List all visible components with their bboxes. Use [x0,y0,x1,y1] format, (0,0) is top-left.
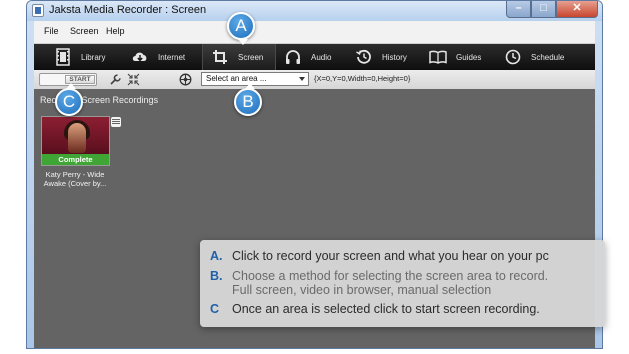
book-icon [429,48,447,66]
main-nav: Library Internet Screen Audio History Gu… [34,44,595,70]
nav-screen[interactable]: Screen [202,44,276,70]
menu-help[interactable]: Help [106,26,125,36]
window-title: Jaksta Media Recorder : Screen [49,4,207,16]
callout-b: B [234,83,262,116]
nav-screen-label: Screen [238,52,264,62]
callout-a: A [227,12,255,45]
instruction-c-text: Once an area is selected click to start … [232,302,540,316]
history-icon [355,48,373,66]
nav-library-label: Library [81,52,106,62]
nav-internet[interactable]: Internet [131,44,185,70]
window-controls: – □ ✕ [506,1,598,18]
crosshair-icon[interactable] [179,73,192,86]
instruction-b-text-line2: Full screen, video in browser, manual se… [232,283,492,297]
recording-caption-line2: Awake (Cover by... [43,179,107,188]
recording-status-badge: Complete [42,154,109,165]
nav-internet-label: Internet [158,52,186,62]
nav-schedule[interactable]: Schedule [504,44,564,70]
nav-guides-label: Guides [456,52,482,62]
wrench-icon[interactable] [109,73,122,86]
title-bar[interactable]: Jaksta Media Recorder : Screen – □ ✕ [27,1,602,21]
instructions-box: A. Click to record your screen and what … [200,240,605,327]
nav-guides[interactable]: Guides [429,44,481,70]
clock-icon [504,48,522,66]
list-icon[interactable] [111,117,121,127]
nav-audio-label: Audio [311,52,332,62]
nav-library[interactable]: Library [54,44,105,70]
nav-audio[interactable]: Audio [284,44,331,70]
instruction-a-letter: A. [210,249,223,263]
maximize-button[interactable]: □ [531,1,556,18]
app-icon [32,4,44,17]
headphones-icon [284,48,302,66]
menu-file[interactable]: File [44,26,59,36]
nav-schedule-label: Schedule [531,52,565,62]
area-select[interactable]: Select an area ... [201,72,309,86]
area-coordinates: {X=0,Y=0,Width=0,Height=0} [314,74,411,83]
callout-c: C [55,83,83,116]
recording-thumbnail[interactable]: Complete [41,116,110,166]
recording-caption[interactable]: Katy Perry - Wide Awake (Cover by... [36,170,114,188]
crop-icon [211,48,229,66]
recording-caption-line1: Katy Perry - Wide [45,170,105,179]
area-select-value: Select an area ... [206,74,267,83]
screen-toolbar: START Select an area ... {X=0,Y=0,Width=… [34,70,595,90]
instruction-a-text: Click to record your screen and what you… [232,249,549,263]
instruction-b-letter: B. [210,269,223,283]
instruction-c-letter: C [210,302,220,316]
shrink-icon[interactable] [127,73,140,86]
menu-bar: File Screen Help [34,21,595,44]
nav-history[interactable]: History [355,44,407,70]
close-button[interactable]: ✕ [556,1,598,18]
nav-history-label: History [382,52,407,62]
menu-screen[interactable]: Screen [70,26,99,36]
instruction-b-text-line1: Choose a method for selecting the screen… [232,269,549,283]
chevron-down-icon [299,77,305,81]
film-icon [54,48,72,66]
cloud-download-icon [131,48,149,66]
thumbnail-person-shape [68,123,86,153]
minimize-button[interactable]: – [506,1,531,18]
